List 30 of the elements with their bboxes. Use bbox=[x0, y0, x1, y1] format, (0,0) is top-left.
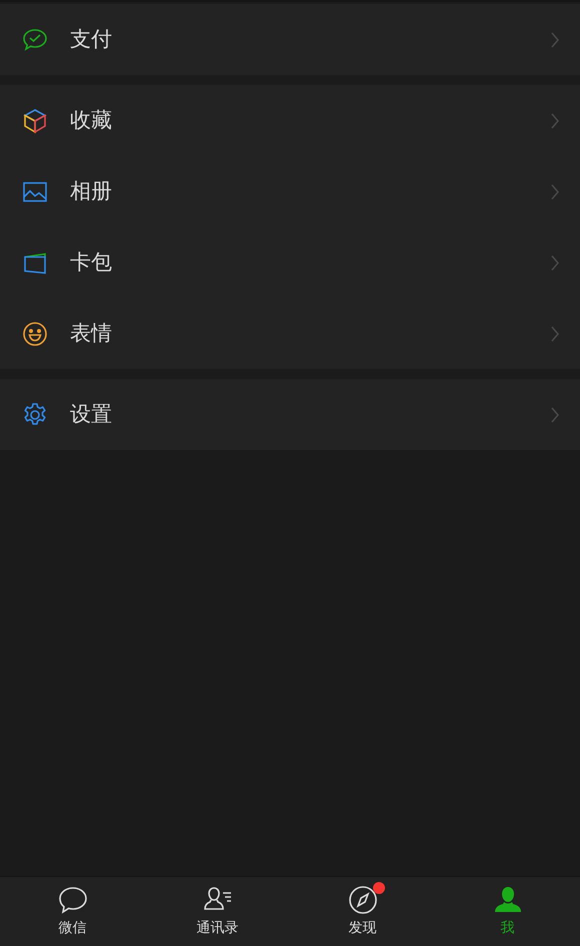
chevron-right-icon bbox=[550, 32, 560, 48]
tab-label: 通讯录 bbox=[196, 919, 238, 938]
tab-label: 微信 bbox=[58, 919, 86, 938]
tab[interactable]: 我 bbox=[435, 877, 580, 946]
menu-item-label: 表情 bbox=[70, 320, 113, 347]
tab[interactable]: 微信 bbox=[0, 877, 145, 946]
menu-item-label: 相册 bbox=[70, 178, 113, 205]
menu-item-label: 支付 bbox=[70, 26, 113, 53]
chevron-right-icon bbox=[550, 184, 560, 200]
cube-icon bbox=[21, 106, 49, 134]
chevron-right-icon bbox=[550, 406, 560, 422]
tab-label: 发现 bbox=[348, 919, 376, 938]
menu-item[interactable]: 设置 bbox=[0, 379, 580, 450]
menu-item[interactable]: 相册 bbox=[0, 156, 580, 227]
chevron-right-icon bbox=[550, 112, 560, 128]
menu-item[interactable]: 收藏 bbox=[0, 85, 580, 156]
chevron-right-icon bbox=[550, 254, 560, 270]
tab[interactable]: 通讯录 bbox=[145, 877, 290, 946]
menu-item-label: 设置 bbox=[70, 400, 113, 428]
compass-icon bbox=[346, 884, 378, 916]
menu-item[interactable]: 表情 bbox=[0, 298, 580, 369]
menu-item[interactable]: 卡包 bbox=[0, 227, 580, 298]
menu-item[interactable]: 支付 bbox=[0, 4, 580, 75]
menu-item-label: 卡包 bbox=[70, 248, 113, 276]
tab-label: 我 bbox=[500, 919, 514, 938]
smiley-icon bbox=[21, 320, 49, 348]
chevron-right-icon bbox=[550, 326, 560, 342]
menu-item-label: 收藏 bbox=[70, 106, 113, 134]
tab[interactable]: 发现 bbox=[290, 877, 435, 946]
speech-bubble-icon bbox=[56, 884, 88, 916]
